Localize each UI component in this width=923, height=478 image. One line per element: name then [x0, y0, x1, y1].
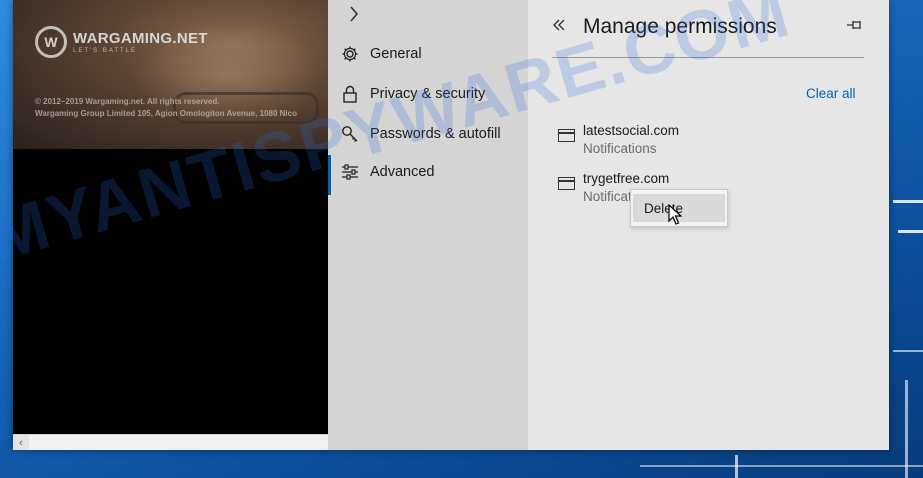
gear-icon	[340, 44, 360, 64]
active-indicator	[328, 155, 331, 195]
site-name: latestsocial.com	[583, 123, 680, 138]
back-double-chevron-icon[interactable]	[548, 14, 570, 36]
logo-name: WARGAMING.NET	[73, 30, 208, 47]
desktop-light-beam	[905, 380, 908, 478]
scroll-left-icon[interactable]: ‹	[13, 435, 29, 450]
horizontal-scrollbar[interactable]: ‹	[13, 434, 328, 450]
settings-item-label: General	[370, 46, 422, 62]
browser-window: W WARGAMING.NET LET'S BATTLE © 2012–2019…	[13, 0, 889, 450]
settings-menu: General Privacy & security Passwords & a…	[328, 0, 528, 450]
settings-item-label: Privacy & security	[370, 86, 486, 102]
settings-item-general[interactable]: General	[328, 35, 528, 73]
panel-title: Manage permissions	[583, 15, 777, 38]
website-icon	[558, 177, 575, 190]
key-icon	[340, 124, 360, 144]
wargaming-logo[interactable]: W WARGAMING.NET LET'S BATTLE	[35, 26, 208, 58]
expand-chevron-icon[interactable]	[342, 2, 366, 26]
mouse-cursor-icon	[668, 204, 682, 225]
desktop-light-beam	[893, 200, 923, 203]
settings-item-privacy[interactable]: Privacy & security	[328, 75, 528, 113]
site-permission-type: Notifications	[583, 141, 657, 156]
settings-item-advanced[interactable]: Advanced	[328, 153, 528, 195]
desktop-light-beam	[898, 230, 923, 233]
settings-item-label: Advanced	[370, 164, 435, 180]
desktop-light-beam	[640, 465, 923, 467]
site-name: trygetfree.com	[583, 171, 670, 186]
copyright-line: Wargaming Group Limited 105, Agion Omolo…	[35, 109, 297, 118]
logo-tagline: LET'S BATTLE	[73, 48, 138, 54]
clear-all-link[interactable]: Clear all	[806, 86, 856, 101]
settings-item-passwords[interactable]: Passwords & autofill	[328, 115, 528, 153]
pin-icon[interactable]	[844, 14, 866, 36]
desktop-light-beam	[893, 350, 923, 352]
wargaming-logo-icon: W	[35, 26, 67, 58]
web-page-content[interactable]: W WARGAMING.NET LET'S BATTLE © 2012–2019…	[13, 0, 328, 450]
sliders-icon	[340, 162, 360, 182]
copyright-text: © 2012–2019 Wargaming.net. All rights re…	[35, 96, 297, 120]
copyright-line: © 2012–2019 Wargaming.net. All rights re…	[35, 97, 220, 106]
lock-icon	[340, 84, 360, 104]
panel-divider	[552, 57, 864, 58]
website-icon	[558, 129, 575, 142]
site-permission-row[interactable]: latestsocial.com Notifications	[558, 122, 858, 162]
site-permission-type: Notificat	[583, 189, 632, 204]
wargaming-banner[interactable]: W WARGAMING.NET LET'S BATTLE © 2012–2019…	[13, 0, 328, 149]
settings-item-label: Passwords & autofill	[370, 126, 501, 142]
